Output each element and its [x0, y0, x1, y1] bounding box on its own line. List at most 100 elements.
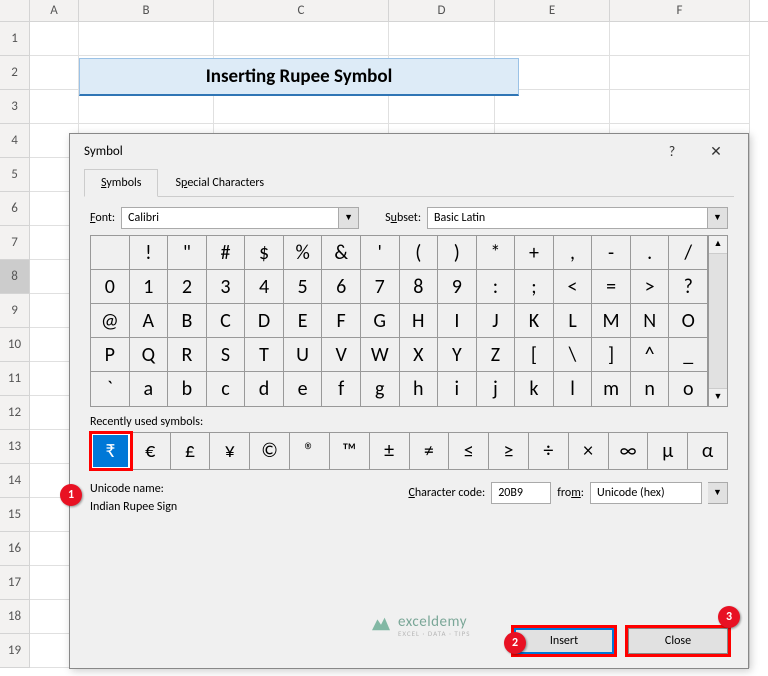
- char-cell[interactable]: Z: [477, 338, 516, 372]
- char-cell[interactable]: !: [130, 236, 169, 270]
- row-header-4[interactable]: 4: [0, 124, 30, 158]
- character-grid[interactable]: !"#$%&'()*+,-./0123456789:;<=>?@ABCDEFGH…: [90, 235, 708, 407]
- char-cell[interactable]: ]: [592, 338, 631, 372]
- char-cell[interactable]: W: [361, 338, 400, 372]
- recent-symbol[interactable]: ∞: [609, 433, 649, 469]
- recent-symbol[interactable]: ±: [370, 433, 410, 469]
- cell-F2[interactable]: [610, 56, 750, 90]
- char-cell[interactable]: ": [168, 236, 207, 270]
- char-cell[interactable]: .: [631, 236, 670, 270]
- char-cell[interactable]: L: [554, 304, 593, 338]
- font-select[interactable]: [121, 207, 339, 229]
- recent-symbol[interactable]: ≠: [410, 433, 450, 469]
- row-header-3[interactable]: 3: [0, 90, 30, 124]
- grid-scrollbar[interactable]: ▲ ▼: [708, 235, 728, 407]
- recent-symbol[interactable]: α: [688, 433, 728, 469]
- cell-A3[interactable]: [30, 90, 79, 124]
- char-cell[interactable]: A: [130, 304, 169, 338]
- row-header-17[interactable]: 17: [0, 566, 30, 600]
- char-cell[interactable]: %: [284, 236, 323, 270]
- char-cell[interactable]: a: [130, 372, 169, 406]
- row-header-15[interactable]: 15: [0, 498, 30, 532]
- char-cell[interactable]: =: [592, 270, 631, 304]
- char-cell[interactable]: 7: [361, 270, 400, 304]
- char-cell[interactable]: e: [284, 372, 323, 406]
- subset-dropdown-button[interactable]: ▼: [708, 207, 728, 229]
- char-cell[interactable]: [91, 236, 130, 270]
- row-header-10[interactable]: 10: [0, 328, 30, 362]
- char-cell[interactable]: ^: [631, 338, 670, 372]
- recent-symbol[interactable]: ≥: [489, 433, 529, 469]
- col-header-C[interactable]: C: [214, 0, 389, 21]
- cell-C1[interactable]: [214, 22, 389, 56]
- title-merged-cell[interactable]: Inserting Rupee Symbol: [79, 58, 519, 96]
- close-button[interactable]: Close: [628, 628, 728, 654]
- char-cell[interactable]: (: [400, 236, 439, 270]
- cell-A1[interactable]: [30, 22, 79, 56]
- recent-symbol[interactable]: ×: [569, 433, 609, 469]
- char-cell[interactable]: l: [554, 372, 593, 406]
- char-cell[interactable]: V: [322, 338, 361, 372]
- row-header-9[interactable]: 9: [0, 294, 30, 328]
- recent-symbol[interactable]: ©: [250, 433, 290, 469]
- cell-A2[interactable]: [30, 56, 79, 90]
- char-cell[interactable]: 9: [438, 270, 477, 304]
- char-cell[interactable]: N: [631, 304, 670, 338]
- char-cell[interactable]: *: [477, 236, 516, 270]
- cell-F3[interactable]: [610, 90, 750, 124]
- char-cell[interactable]: k: [515, 372, 554, 406]
- char-cell[interactable]: T: [245, 338, 284, 372]
- row-header-5[interactable]: 5: [0, 158, 30, 192]
- char-cell[interactable]: 4: [245, 270, 284, 304]
- char-cell[interactable]: j: [477, 372, 516, 406]
- from-select[interactable]: [590, 482, 702, 504]
- char-cell[interactable]: I: [438, 304, 477, 338]
- char-cell[interactable]: M: [592, 304, 631, 338]
- cell-B1[interactable]: [79, 22, 214, 56]
- row-header-2[interactable]: 2: [0, 56, 30, 90]
- char-cell[interactable]: n: [631, 372, 670, 406]
- char-cell[interactable]: Q: [130, 338, 169, 372]
- col-header-F[interactable]: F: [610, 0, 750, 21]
- char-cell[interactable]: [: [515, 338, 554, 372]
- char-cell[interactable]: +: [515, 236, 554, 270]
- char-cell[interactable]: C: [207, 304, 246, 338]
- tab-special-characters[interactable]: Special Characters: [158, 169, 281, 197]
- char-cell[interactable]: <: [554, 270, 593, 304]
- char-cell[interactable]: X: [400, 338, 439, 372]
- row-header-19[interactable]: 19: [0, 634, 30, 668]
- char-cell[interactable]: D: [245, 304, 284, 338]
- char-cell[interactable]: F: [322, 304, 361, 338]
- char-cell[interactable]: K: [515, 304, 554, 338]
- char-cell[interactable]: 3: [207, 270, 246, 304]
- char-cell[interactable]: 0: [91, 270, 130, 304]
- char-cell[interactable]: >: [631, 270, 670, 304]
- cell-E1[interactable]: [495, 22, 610, 56]
- charcode-input[interactable]: [491, 482, 551, 504]
- font-dropdown-button[interactable]: ▼: [339, 207, 359, 229]
- char-cell[interactable]: B: [168, 304, 207, 338]
- row-header-18[interactable]: 18: [0, 600, 30, 634]
- char-cell[interactable]: P: [91, 338, 130, 372]
- recent-symbol[interactable]: €: [131, 433, 171, 469]
- scroll-up-button[interactable]: ▲: [709, 236, 727, 254]
- char-cell[interactable]: S: [207, 338, 246, 372]
- char-cell[interactable]: @: [91, 304, 130, 338]
- subset-select[interactable]: [427, 207, 708, 229]
- cell-D1[interactable]: [389, 22, 495, 56]
- row-header-12[interactable]: 12: [0, 396, 30, 430]
- row-header-6[interactable]: 6: [0, 192, 30, 226]
- recent-symbol[interactable]: ®: [290, 433, 330, 469]
- char-cell[interactable]: G: [361, 304, 400, 338]
- char-cell[interactable]: #: [207, 236, 246, 270]
- row-header-11[interactable]: 11: [0, 362, 30, 396]
- row-header-7[interactable]: 7: [0, 226, 30, 260]
- help-button[interactable]: ?: [650, 143, 694, 160]
- char-cell[interactable]: O: [669, 304, 708, 338]
- recent-symbol[interactable]: ≤: [449, 433, 489, 469]
- char-cell[interactable]: i: [438, 372, 477, 406]
- char-cell[interactable]: b: [168, 372, 207, 406]
- char-cell[interactable]: /: [669, 236, 708, 270]
- char-cell[interactable]: H: [400, 304, 439, 338]
- char-cell[interactable]: $: [245, 236, 284, 270]
